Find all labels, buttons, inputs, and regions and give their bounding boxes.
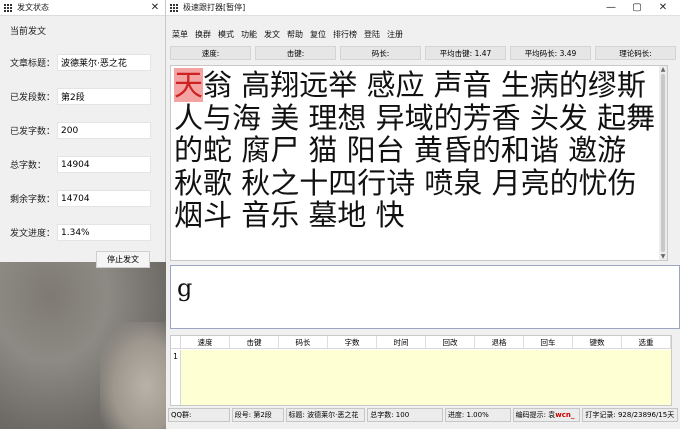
stat-keystroke: 击键: [255, 46, 336, 60]
stat-theory-code-length: 理论码长: [595, 46, 676, 60]
field-send-progress: 发文进度： 1.34% [10, 224, 151, 241]
field-sent-chars: 已发字数： 200 [10, 122, 151, 139]
scroll-down-icon[interactable]: ▼ [659, 253, 667, 260]
send-status-titlebar[interactable]: 发文状态 ✕ [0, 0, 165, 16]
grid-col-code-length[interactable]: 码长 [279, 336, 328, 348]
stop-send-button[interactable]: 停止发文 [96, 251, 150, 268]
menu-item-login[interactable]: 登陆 [364, 29, 380, 40]
grid-col-reselect[interactable]: 选重 [622, 336, 671, 348]
article-text: 天翁 高翔远举 感应 声音 生病的缪斯 人与海 美 理想 异域的芳香 头发 起舞… [174, 68, 662, 232]
stats-bar: 速度: 击键: 码长: 平均击键: 1.47 平均码长: 3.49 理论码长: [170, 46, 676, 60]
stat-speed: 速度: [170, 46, 251, 60]
grid-col-char-count[interactable]: 字数 [328, 336, 377, 348]
field-label: 剩余字数： [10, 195, 56, 205]
stat-avg-code-length: 平均码长: 3.49 [510, 46, 591, 60]
menu-bar: 菜单 换群 模式 功能 发文 帮助 复位 排行榜 登陆 注册 [166, 27, 680, 41]
close-icon[interactable]: ✕ [650, 2, 676, 13]
close-icon[interactable]: ✕ [149, 2, 161, 13]
grid-body: 1 [171, 350, 671, 405]
stat-code-length: 码长: [340, 46, 421, 60]
menu-item-leaderboard[interactable]: 排行榜 [333, 29, 357, 40]
text-scrollbar[interactable]: ▲ ▼ [659, 66, 667, 260]
minimize-icon[interactable]: — [598, 2, 624, 13]
sent-segments-value[interactable]: 第2段 [57, 88, 151, 105]
typing-main-window: 极速跟打器[暂停] — ▢ ✕ 菜单 换群 模式 功能 发文 帮助 复位 排行榜… [166, 0, 680, 429]
status-bar: QQ群: 段号: 第2段 标题: 波德莱尔·恶之花 总字数: 100 进度: 1… [168, 408, 678, 422]
sent-chars-value[interactable]: 200 [57, 122, 151, 139]
field-label: 已发段数： [10, 93, 56, 103]
status-typing-record: 打字记录: 928/23896/15天 [582, 408, 678, 422]
status-segment: 段号: 第2段 [231, 408, 284, 422]
status-code-hint: 编码提示: 袁 wcn_ [512, 408, 581, 422]
grid-col-revisions[interactable]: 回改 [426, 336, 475, 348]
remaining-chars-value[interactable]: 14704 [57, 190, 151, 207]
field-label: 文章标题： [10, 59, 56, 69]
typing-input-text: g [177, 274, 193, 302]
current-char-highlight: 天 [174, 68, 204, 102]
scroll-up-icon[interactable]: ▲ [659, 66, 667, 73]
main-title: 极速跟打器[暂停] [183, 3, 246, 12]
grid-col-enter[interactable]: 回车 [524, 336, 573, 348]
grid-header: 速度 击键 码长 字数 时间 回改 退格 回车 键数 选重 [171, 336, 671, 349]
send-status-window: 发文状态 ✕ 当前发文 文章标题： 波德莱尔·恶之花 已发段数： 第2段 已发字… [0, 0, 166, 268]
menu-item-help[interactable]: 帮助 [287, 29, 303, 40]
field-sent-segments: 已发段数： 第2段 [10, 88, 151, 105]
menu-item-menu[interactable]: 菜单 [172, 29, 188, 40]
status-qq-group: QQ群: [168, 408, 230, 422]
menu-item-reset[interactable]: 复位 [310, 29, 326, 40]
main-titlebar[interactable]: 极速跟打器[暂停] — ▢ ✕ [166, 0, 680, 16]
menu-item-mode[interactable]: 模式 [218, 29, 234, 40]
app-grid-icon [170, 3, 178, 12]
status-total-chars: 总字数: 100 [367, 408, 443, 422]
status-title: 标题: 波德莱尔·恶之花 [285, 408, 366, 422]
field-label: 发文进度： [10, 229, 56, 239]
menu-item-register[interactable]: 注册 [387, 29, 403, 40]
menu-item-send-text[interactable]: 发文 [264, 29, 280, 40]
scrollbar-thumb[interactable] [661, 74, 665, 252]
typing-input-area[interactable]: g [170, 265, 680, 329]
code-hint-label: 编码提示: 袁 [515, 411, 556, 419]
article-text-area[interactable]: 天翁 高翔远举 感应 声音 生病的缪斯 人与海 美 理想 异域的芳香 头发 起舞… [170, 65, 668, 261]
results-grid[interactable]: 速度 击键 码长 字数 时间 回改 退格 回车 键数 选重 1 [170, 335, 672, 406]
field-label: 总字数： [10, 161, 47, 171]
grid-col-backspace[interactable]: 退格 [475, 336, 524, 348]
status-progress: 进度: 1.00% [444, 408, 511, 422]
total-chars-value[interactable]: 14904 [57, 156, 151, 173]
grid-col-key-count[interactable]: 键数 [573, 336, 622, 348]
stat-avg-keystroke: 平均击键: 1.47 [425, 46, 506, 60]
grid-corner [171, 336, 181, 348]
table-row[interactable] [181, 350, 671, 405]
field-label: 已发字数： [10, 127, 56, 137]
field-remaining-chars: 剩余字数： 14704 [10, 190, 151, 207]
maximize-icon[interactable]: ▢ [624, 2, 650, 13]
field-article-title: 文章标题： 波德莱尔·恶之花 [10, 54, 151, 71]
field-total-chars: 总字数： 14904 [10, 156, 151, 173]
grid-col-time[interactable]: 时间 [377, 336, 426, 348]
menu-item-function[interactable]: 功能 [241, 29, 257, 40]
grid-col-speed[interactable]: 速度 [181, 336, 230, 348]
section-title: 当前发文 [10, 27, 47, 37]
article-title-value[interactable]: 波德莱尔·恶之花 [57, 54, 151, 71]
desktop-background [0, 262, 166, 429]
app-grid-icon [4, 3, 12, 12]
code-hint-value: wcn_ [555, 411, 575, 419]
menu-item-switch-group[interactable]: 换群 [195, 29, 211, 40]
article-text-rest: 翁 高翔远举 感应 声音 生病的缪斯 人与海 美 理想 异域的芳香 头发 起舞的… [174, 68, 656, 232]
grid-col-keystroke[interactable]: 击键 [230, 336, 279, 348]
send-status-title: 发文状态 [17, 3, 49, 12]
grid-row-number: 1 [171, 350, 181, 405]
send-progress-value[interactable]: 1.34% [57, 224, 151, 241]
